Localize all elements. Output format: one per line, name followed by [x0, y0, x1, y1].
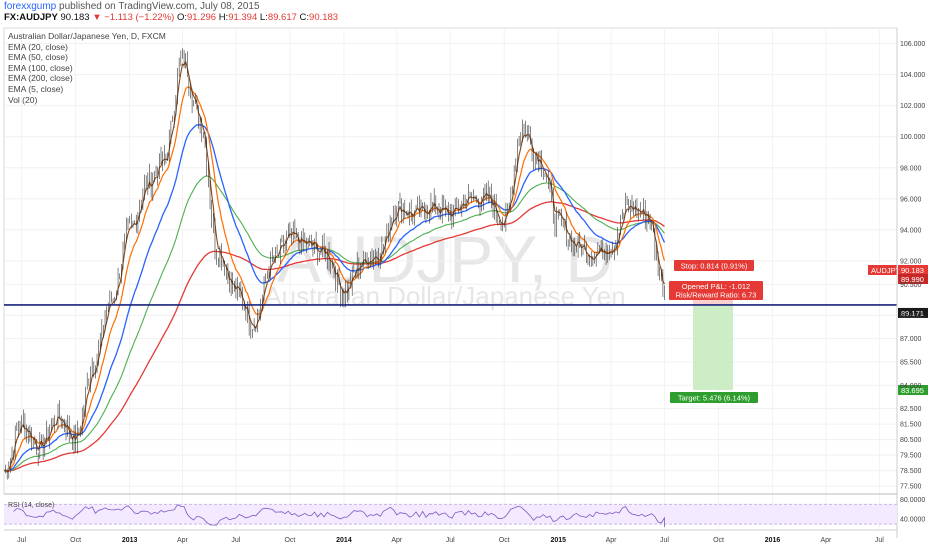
rsi-tick-40: 40.0000 — [900, 517, 925, 524]
indicator-legend: Australian Dollar/Japanese Yen, D, FXCM … — [8, 31, 166, 105]
x-tick-label: 2015 — [550, 537, 566, 544]
x-tick-label: Jul — [446, 537, 455, 544]
change-down-icon: ▼ — [92, 12, 102, 23]
rr-label: Risk/Reward Ratio: 6.73 — [676, 291, 757, 300]
x-tick-label: Apr — [391, 537, 403, 544]
legend-ema5[interactable]: EMA (5, close) — [8, 84, 166, 95]
target-zone — [693, 304, 733, 391]
y-tick-label: 98.000 — [900, 165, 922, 172]
x-tick-label: Oct — [284, 537, 295, 544]
y-tick-label: 79.500 — [900, 453, 922, 460]
rsi-band — [4, 504, 897, 525]
x-tick-label: Jul — [875, 537, 884, 544]
y-tick-label: 77.500 — [900, 484, 922, 491]
legend-title[interactable]: Australian Dollar/Japanese Yen, D, FXCM — [8, 31, 166, 42]
legend-ema20[interactable]: EMA (20, close) — [8, 42, 166, 53]
target-label: Target: 5.476 (6.14%) — [678, 394, 751, 403]
y-tick-label: 102.000 — [900, 103, 925, 110]
published-text: published on TradingView.com, July 08, 2… — [59, 1, 260, 12]
legend-ema200[interactable]: EMA (200, close) — [8, 73, 166, 84]
x-tick-label: Oct — [70, 537, 81, 544]
change-value: −1.113 (−1.22%) — [104, 12, 175, 23]
last-price: 90.183 — [60, 12, 90, 23]
y-tick-label: 87.000 — [900, 336, 922, 343]
y-tick-label: 106.000 — [900, 41, 925, 48]
x-tick-label: 2014 — [336, 537, 352, 544]
x-tick-label: Jul — [660, 537, 669, 544]
close-value: 90.183 — [309, 12, 339, 23]
symbol-name[interactable]: FX:AUDJPY — [4, 12, 58, 23]
high-label: H: — [218, 12, 229, 23]
y-tick-label: 85.500 — [900, 359, 922, 366]
y-tick-label: 96.000 — [900, 196, 922, 203]
y-tick-label: 88.500 — [900, 313, 922, 320]
x-tick-label: Apr — [177, 537, 189, 544]
open-label: O: — [176, 12, 187, 23]
y-tick-label: 84.000 — [900, 383, 922, 390]
watermark-name: Australian Dollar/Japanese Yen — [264, 281, 625, 311]
publish-line: forexxgump published on TradingView.com,… — [4, 1, 260, 12]
x-tick-label: Apr — [606, 537, 618, 544]
x-tick-label: Oct — [499, 537, 510, 544]
low-value: 89.617 — [267, 12, 297, 23]
rsi-tick-80: 80.0000 — [900, 497, 925, 504]
x-tick-label: 2016 — [765, 537, 781, 544]
legend-vol[interactable]: Vol (20) — [8, 95, 166, 106]
y-tick-label: 81.500 — [900, 422, 922, 429]
chart-header: forexxgump published on TradingView.com,… — [0, 0, 932, 24]
legend-ema100[interactable]: EMA (100, close) — [8, 63, 166, 74]
last-price-tag: 90.183 — [901, 266, 924, 275]
y-tick-label: 78.500 — [900, 468, 922, 475]
x-tick-label: Jul — [231, 537, 240, 544]
open-value: 91.296 — [186, 12, 217, 23]
symbol-tag: AUDJPY — [871, 266, 901, 275]
y-tick-label: 90.500 — [900, 282, 922, 289]
high-value: 91.394 — [228, 12, 258, 23]
rsi-label: RSI (14, close) — [8, 502, 54, 509]
author-link[interactable]: forexxgump — [4, 1, 56, 12]
y-tick-label: 92.000 — [900, 259, 922, 266]
low-label: L: — [259, 12, 268, 23]
x-tick-label: Apr — [821, 537, 833, 544]
x-tick-label: 2013 — [122, 537, 138, 544]
x-tick-label: Jul — [17, 537, 26, 544]
y-tick-label: 80.500 — [900, 437, 922, 444]
stop-label: Stop: 0.814 (0.91%) — [681, 262, 748, 271]
ohlc-line: FX:AUDJPY 90.183 ▼ −1.113 (−1.22%) O:91.… — [4, 12, 338, 23]
close-label: C: — [299, 12, 310, 23]
y-tick-label: 104.000 — [900, 72, 925, 79]
legend-ema50[interactable]: EMA (50, close) — [8, 52, 166, 63]
x-tick-label: Oct — [713, 537, 724, 544]
y-tick-label: 94.000 — [900, 227, 922, 234]
y-tick-label: 82.500 — [900, 406, 922, 413]
y-tick-label: 100.000 — [900, 134, 925, 141]
